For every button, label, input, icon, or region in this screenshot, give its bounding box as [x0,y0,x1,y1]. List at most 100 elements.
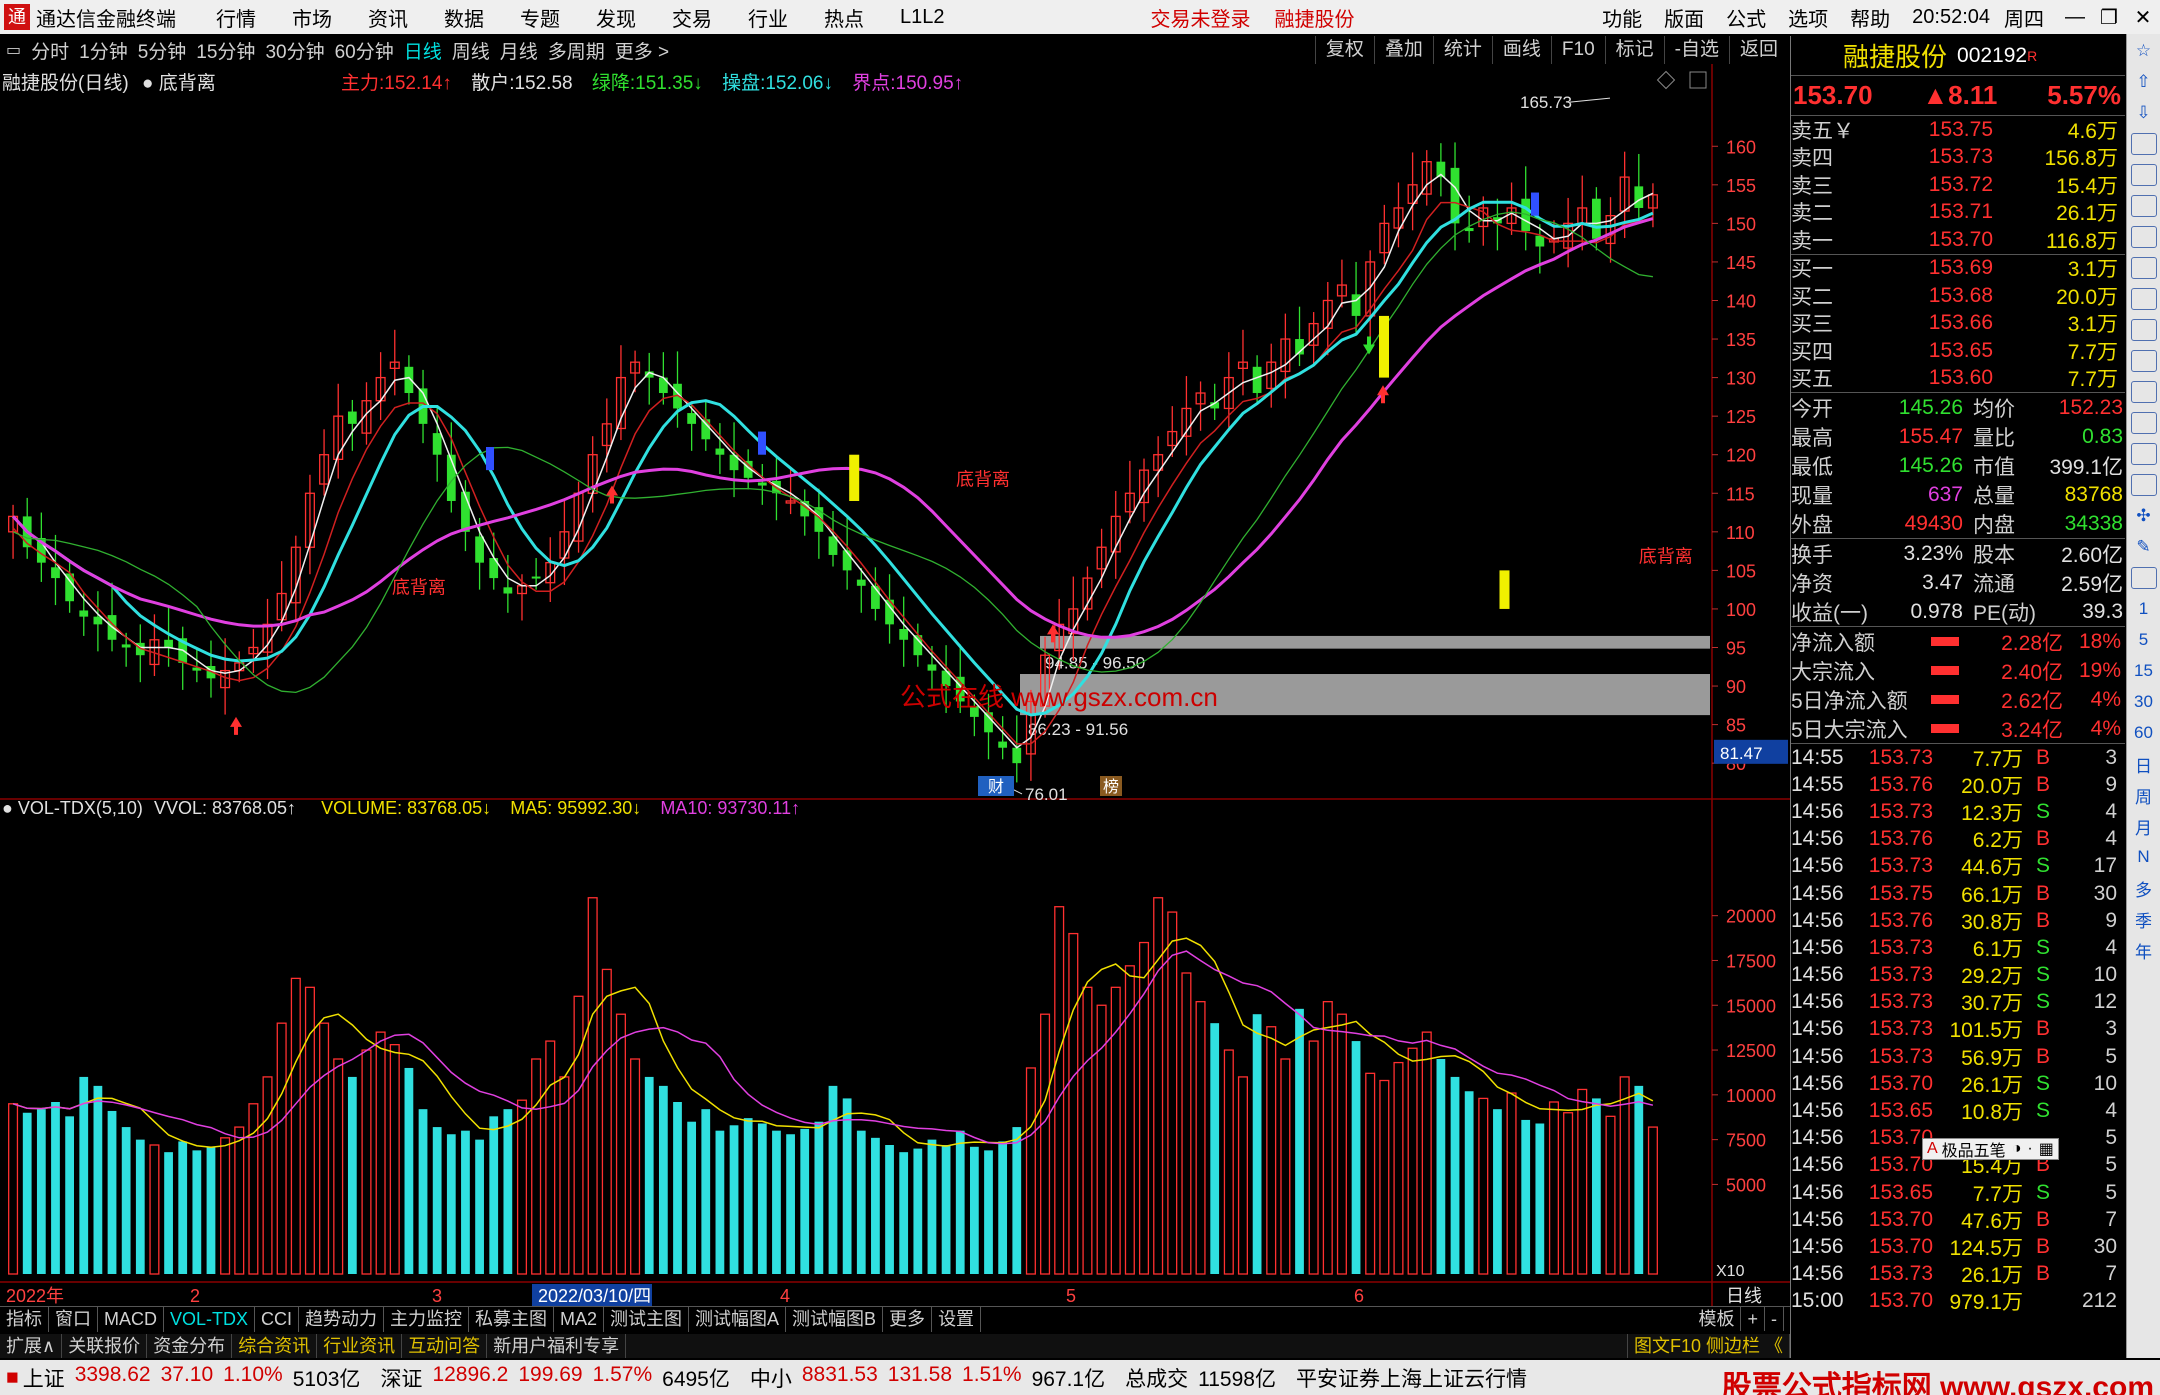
period-tab[interactable]: 60分钟 [335,37,394,64]
sidebar-period[interactable]: 多 [2129,874,2159,902]
sidebar-15-icon[interactable]: 15 [2129,657,2159,685]
tool-button[interactable]: 叠加 [1373,36,1433,64]
remove-button[interactable]: - [1765,1307,1784,1331]
tick-row[interactable]: 14:56 153.73 12.3万 S 4 [1791,798,2125,825]
sidebar-period[interactable]: 年 [2129,936,2159,964]
ime-dot-icon[interactable]: · [2027,1140,2032,1158]
order-book-row[interactable]: 卖四 153.73 156.8万 [1791,144,2125,172]
menu-item[interactable]: 版面 [1664,3,1704,32]
ime-menu-icon[interactable]: ▦ [2039,1139,2054,1159]
sidebar-period[interactable]: 周 [2129,781,2159,809]
ext-tab[interactable]: 新用户福利专享 [487,1334,627,1358]
restore-icon[interactable]: ❐ [2092,5,2126,30]
indicator-tab[interactable]: 测试幅图A [689,1307,787,1332]
ime-toolbar[interactable]: A 极品五笔 ◑ · ▦ [1922,1138,2059,1160]
sidebar-kline-icon[interactable] [2129,130,2159,158]
sidebar-period[interactable]: 月 [2129,812,2159,840]
ext-tab[interactable]: 扩展∧ [0,1334,63,1358]
sidebar-period[interactable]: 日 [2129,750,2159,778]
sidebar-60-icon[interactable]: 60 [2129,719,2159,747]
tool-button[interactable]: -自选 [1663,36,1729,64]
indicator-tab[interactable]: 测试主图 [604,1307,690,1332]
period-tab-more[interactable]: 更多 > [615,37,669,64]
tool-button[interactable]: 返回 [1728,36,1788,64]
indicator-tab-vol[interactable]: VOL-TDX [164,1307,256,1332]
tool-button[interactable]: 标记 [1604,36,1664,64]
ext-tab[interactable]: 互动问答 [402,1334,488,1358]
menu-item[interactable]: 帮助 [1850,3,1890,32]
sidebar-1-icon[interactable]: 1 [2129,595,2159,623]
menu-item[interactable]: 公式 [1726,3,1766,32]
tick-row[interactable]: 15:00 153.70 979.1万 212 [1791,1288,2125,1315]
order-book-row[interactable]: 买三 153.66 3.1万 [1791,310,2125,338]
order-book-row[interactable]: 卖二 153.71 26.1万 [1791,199,2125,227]
template-button[interactable]: 模板 [1692,1307,1742,1331]
close-icon[interactable]: ✕ [2126,5,2160,30]
tick-list[interactable]: 14:55 153.73 7.7万 B 3 14:55 153.76 20.0万 B 9 14:56… [1791,743,2125,1315]
sidebar-star-icon[interactable]: ☆ [2129,37,2159,65]
sidebar-doc-icon[interactable] [2129,347,2159,375]
period-tab[interactable]: 30分钟 [265,37,324,64]
menu-item[interactable]: 资讯 [368,3,408,32]
sidebar-list-icon[interactable] [2129,316,2159,344]
tick-row[interactable]: 14:56 153.73 56.9万 B 5 [1791,1043,2125,1070]
period-tab[interactable]: 周线 [452,37,490,64]
index-sh[interactable]: 上证 3398.62 37.10 1.10% 5103亿 [23,1363,361,1393]
indicator-tab[interactable]: MA2 [554,1307,605,1332]
sidebar-fs-icon[interactable] [2129,564,2159,592]
period-tab[interactable]: 5分钟 [138,37,187,64]
tick-row[interactable]: 14:56 153.73 6.1万 S 4 [1791,934,2125,961]
ext-tab[interactable]: 资金分布 [147,1334,233,1358]
indicator-tab[interactable]: CCI [255,1307,300,1332]
indicator-tab[interactable]: 测试幅图B [786,1307,884,1332]
indicator-tab[interactable]: 窗口 [49,1307,98,1332]
tick-row[interactable]: 14:56 153.65 10.8万 S 4 [1791,1097,2125,1124]
menu-item[interactable]: 专题 [520,3,560,32]
sidebar-grid-icon[interactable] [2129,254,2159,282]
tick-row[interactable]: 14:56 153.76 30.8万 B 9 [1791,907,2125,934]
menu-item[interactable]: 功能 [1602,3,1642,32]
sidebar-period[interactable]: 季 [2129,905,2159,933]
indicator-tab[interactable]: 指标 [0,1307,49,1332]
order-book-row[interactable]: 买四 153.65 7.7万 [1791,337,2125,365]
sidebar-wave-icon[interactable] [2129,440,2159,468]
indicator-tab[interactable]: 更多 [883,1307,933,1332]
tool-button[interactable]: 统计 [1432,36,1492,64]
ext-tab[interactable]: 综合资讯 [232,1334,318,1358]
menu-item[interactable]: 发现 [596,3,636,32]
index-sz[interactable]: 深证 12896.2 199.69 1.57% 6495亿 [380,1363,729,1393]
collapse-icon[interactable]: ▭ [6,40,21,60]
tick-row[interactable]: 14:56 153.73 101.5万 B 3 [1791,1016,2125,1043]
kline-chart[interactable]: 8085909510010511011512012513013514014515… [0,64,1790,1306]
tick-row[interactable]: 14:56 153.73 26.1万 B 7 [1791,1261,2125,1288]
menu-item[interactable]: L1L2 [900,6,945,29]
order-book-row[interactable]: 卖一 153.70 116.8万 [1791,226,2125,254]
sidebar-down-icon[interactable]: ⇩ [2129,99,2159,127]
period-tab[interactable]: 分时 [31,37,69,64]
period-tab-daily[interactable]: 日线 [404,37,442,64]
sidebar-cross-icon[interactable]: ✣ [2129,502,2159,530]
sidebar-chart-icon[interactable] [2129,192,2159,220]
tick-row[interactable]: 14:56 153.76 6.2万 B 4 [1791,826,2125,853]
menu-item[interactable]: 行情 [216,3,256,32]
indicator-tab[interactable]: 趋势动力 [299,1307,385,1332]
period-tab[interactable]: 月线 [500,37,538,64]
menu-item[interactable]: 数据 [444,3,484,32]
menu-item[interactable]: 交易 [672,3,712,32]
order-book-row[interactable]: 卖三 153.72 15.4万 [1791,171,2125,199]
sidebar-bar-icon[interactable] [2129,223,2159,251]
indicator-tab[interactable]: 主力监控 [384,1307,470,1332]
tool-button[interactable]: F10 [1550,36,1605,64]
order-book-row[interactable]: 买一 153.69 3.1万 [1791,255,2125,283]
ime-moon-icon[interactable]: ◑ [2012,1140,2022,1158]
sidebar-rsi-icon[interactable] [2129,471,2159,499]
sidebar-f10-icon[interactable] [2129,285,2159,313]
period-tab[interactable]: 多周期 [548,37,605,64]
period-tab[interactable]: 15分钟 [196,37,255,64]
tick-row[interactable]: 14:56 153.70 124.5万 B 30 [1791,1233,2125,1260]
sidebar-table-icon[interactable] [2129,161,2159,189]
tick-row[interactable]: 14:56 153.70 26.1万 S 10 [1791,1070,2125,1097]
sidebar-30-icon[interactable]: 30 [2129,688,2159,716]
minimize-icon[interactable]: — [2058,6,2092,29]
menu-item[interactable]: 热点 [824,3,864,32]
